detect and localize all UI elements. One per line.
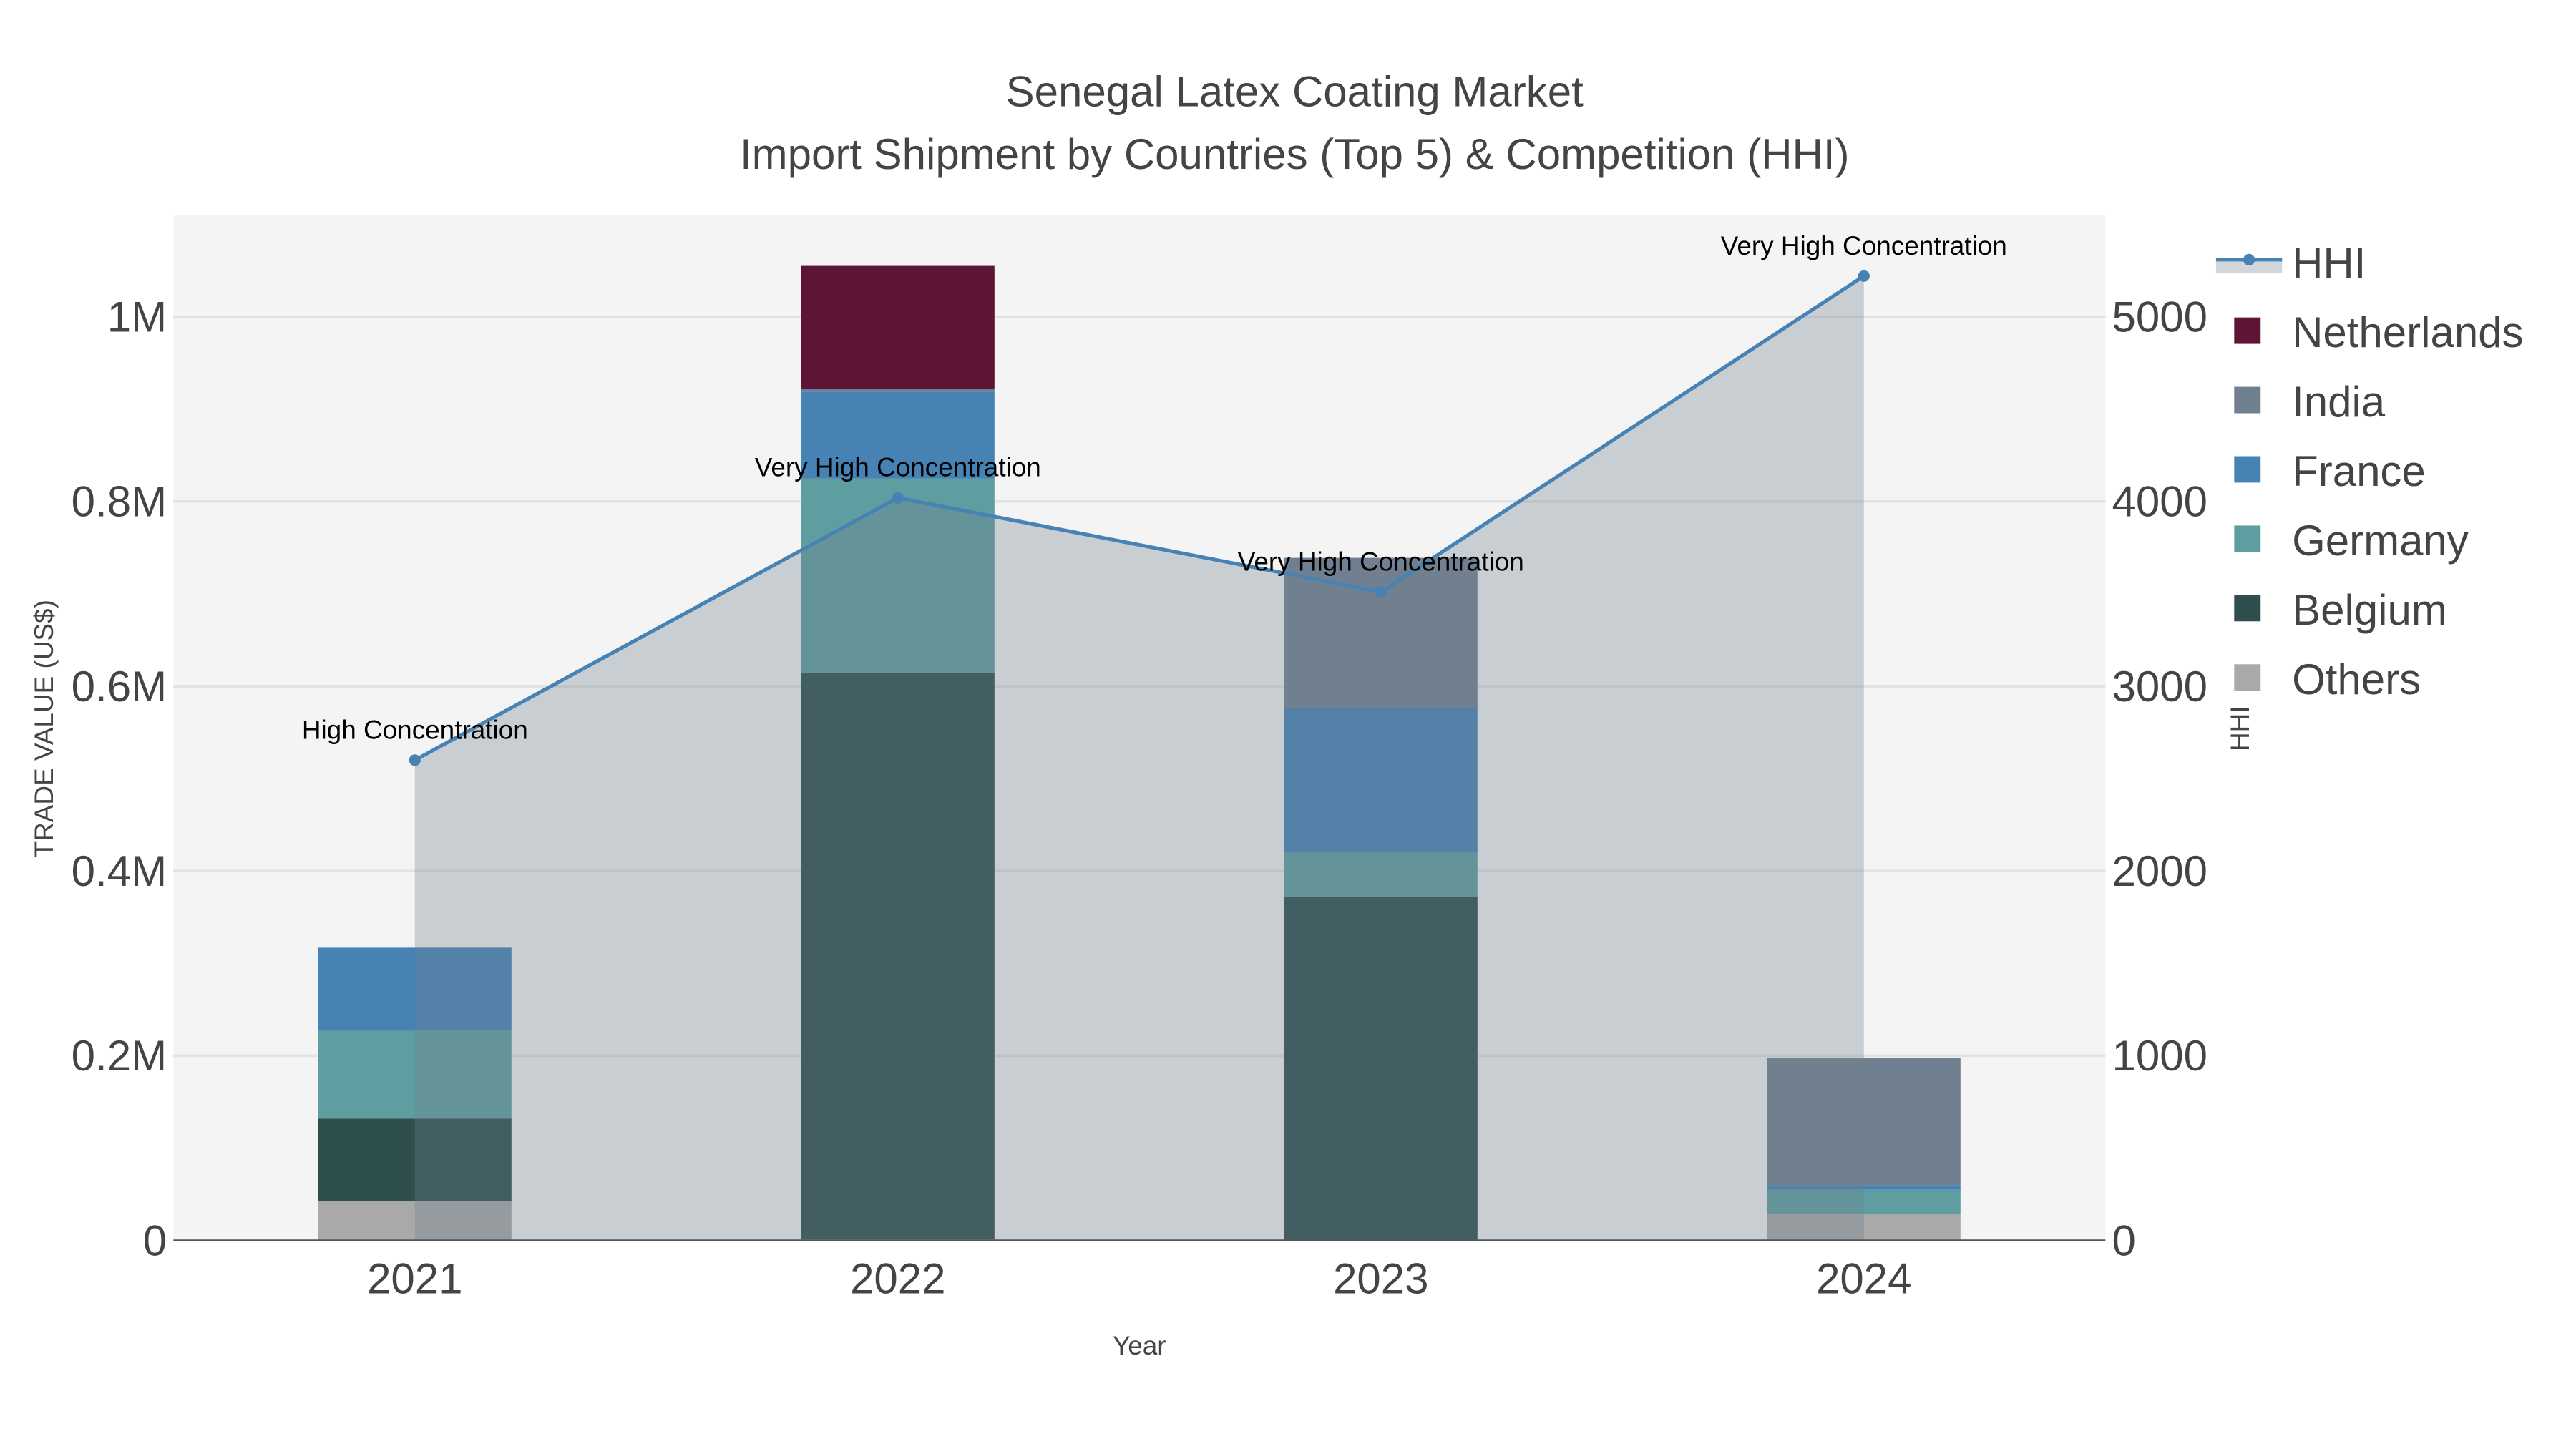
legend-swatch-belgium [2234,595,2261,622]
chart-title: Senegal Latex Coating Market [1006,67,1584,115]
stacked-bar-hhi-chart: High Concentration Very High Concentratio… [0,0,2576,1449]
hhi-point-2022 [892,492,904,504]
legend-hhi-marker [2243,253,2255,265]
hhi-point-2024 [1858,270,1870,282]
legend-label-belgium: Belgium [2292,586,2447,634]
x-tick-label: 2023 [1333,1255,1428,1303]
x-axis-title: Year [1113,1331,1166,1360]
y-tick-label: 0.8M [72,478,167,526]
hhi-annotation-2021: High Concentration [302,715,528,744]
x-tick-label: 2024 [1816,1255,1911,1303]
bar-india-2022 [801,389,995,392]
legend-swatch-germany [2234,525,2261,552]
y-tick-label: 0.4M [72,847,167,895]
y-tick-label: 0.6M [72,663,167,711]
hhi-annotation-2022: Very High Concentration [755,453,1041,482]
hhi-annotation-2023: Very High Concentration [1238,547,1524,576]
y-axis-title: TRADE VALUE (US$) [29,600,59,857]
y-tick-label: 0.2M [72,1032,167,1080]
legend-label-hhi: HHI [2292,239,2366,287]
chart-container: High Concentration Very High Concentratio… [0,0,2576,1449]
hhi-point-2023 [1375,586,1387,598]
legend-label-germany: Germany [2292,517,2469,565]
y2-tick-label: 0 [2112,1216,2136,1264]
y-tick-label: 0 [143,1216,167,1264]
x-tick-label: 2022 [850,1255,945,1303]
y2-tick-label: 4000 [2112,478,2207,526]
legend-swatch-france [2234,456,2261,483]
legend-swatch-india [2234,386,2261,414]
legend-label-netherlands: Netherlands [2292,308,2524,356]
y2-tick-label: 5000 [2112,293,2207,341]
hhi-annotation-2024: Very High Concentration [1721,231,2007,260]
legend-label-others: Others [2292,655,2421,703]
y2-tick-label: 1000 [2112,1032,2207,1080]
y-tick-label: 1M [107,293,167,341]
hhi-point-2021 [409,754,421,766]
y2-axis-title: HHI [2225,706,2255,751]
y2-tick-label: 2000 [2112,847,2207,895]
legend-label-france: France [2292,447,2426,495]
y2-tick-label: 3000 [2112,663,2207,711]
legend-label-india: India [2292,378,2386,426]
legend-swatch-others [2234,664,2261,691]
bar-netherlands-2022 [801,265,995,389]
x-tick-label: 2021 [367,1255,462,1303]
legend-swatch-netherlands [2234,317,2261,344]
chart-subtitle: Import Shipment by Countries (Top 5) & C… [740,130,1850,178]
